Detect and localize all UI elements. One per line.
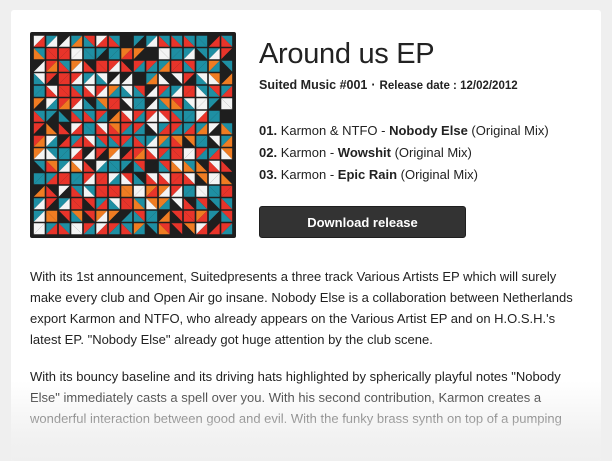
track-artist: Karmon & NTFO - bbox=[280, 123, 390, 138]
release-subtitle: Suited Music #001 · Release date : 12/02/2… bbox=[259, 78, 518, 92]
track-name: Nobody Else bbox=[389, 123, 468, 138]
track-item: 03. Karmon - Epic Rain (Original Mix) bbox=[259, 164, 549, 186]
download-release-button[interactable]: Download release bbox=[259, 206, 466, 238]
album-cover bbox=[30, 32, 236, 238]
album-cover-art bbox=[33, 35, 233, 235]
track-number: 02. bbox=[259, 145, 278, 160]
track-mix: (Original Mix) bbox=[390, 145, 472, 160]
track-number: 01. bbox=[259, 123, 278, 138]
description-paragraph: With its 1st announcement, Suitedpresent… bbox=[30, 269, 573, 347]
track-mix: (Original Mix) bbox=[467, 123, 549, 138]
description-paragraph: With its bouncy baseline and its driving… bbox=[30, 369, 562, 426]
release-card: Around us EP Suited Music #001 · Release d… bbox=[11, 10, 601, 461]
release-description: With its 1st announcement, Suitedpresent… bbox=[30, 266, 582, 445]
track-name: Wowshit bbox=[337, 145, 391, 160]
release-date: Release date : 12/02/2012 bbox=[379, 80, 518, 92]
track-item: 02. Karmon - Wowshit (Original Mix) bbox=[259, 142, 549, 164]
track-mix: (Original Mix) bbox=[397, 167, 478, 182]
track-number: 03. bbox=[259, 167, 278, 182]
track-artist: Karmon - bbox=[280, 145, 338, 160]
track-list: 01. Karmon & NTFO - Nobody Else (Origina… bbox=[259, 120, 549, 186]
release-label: Suited Music #001 bbox=[259, 78, 368, 92]
separator-dot: · bbox=[371, 78, 376, 92]
release-title: Around us EP bbox=[259, 38, 435, 70]
track-name: Epic Rain bbox=[337, 167, 398, 182]
track-artist: Karmon - bbox=[280, 167, 338, 182]
track-item: 01. Karmon & NTFO - Nobody Else (Origina… bbox=[259, 120, 549, 142]
